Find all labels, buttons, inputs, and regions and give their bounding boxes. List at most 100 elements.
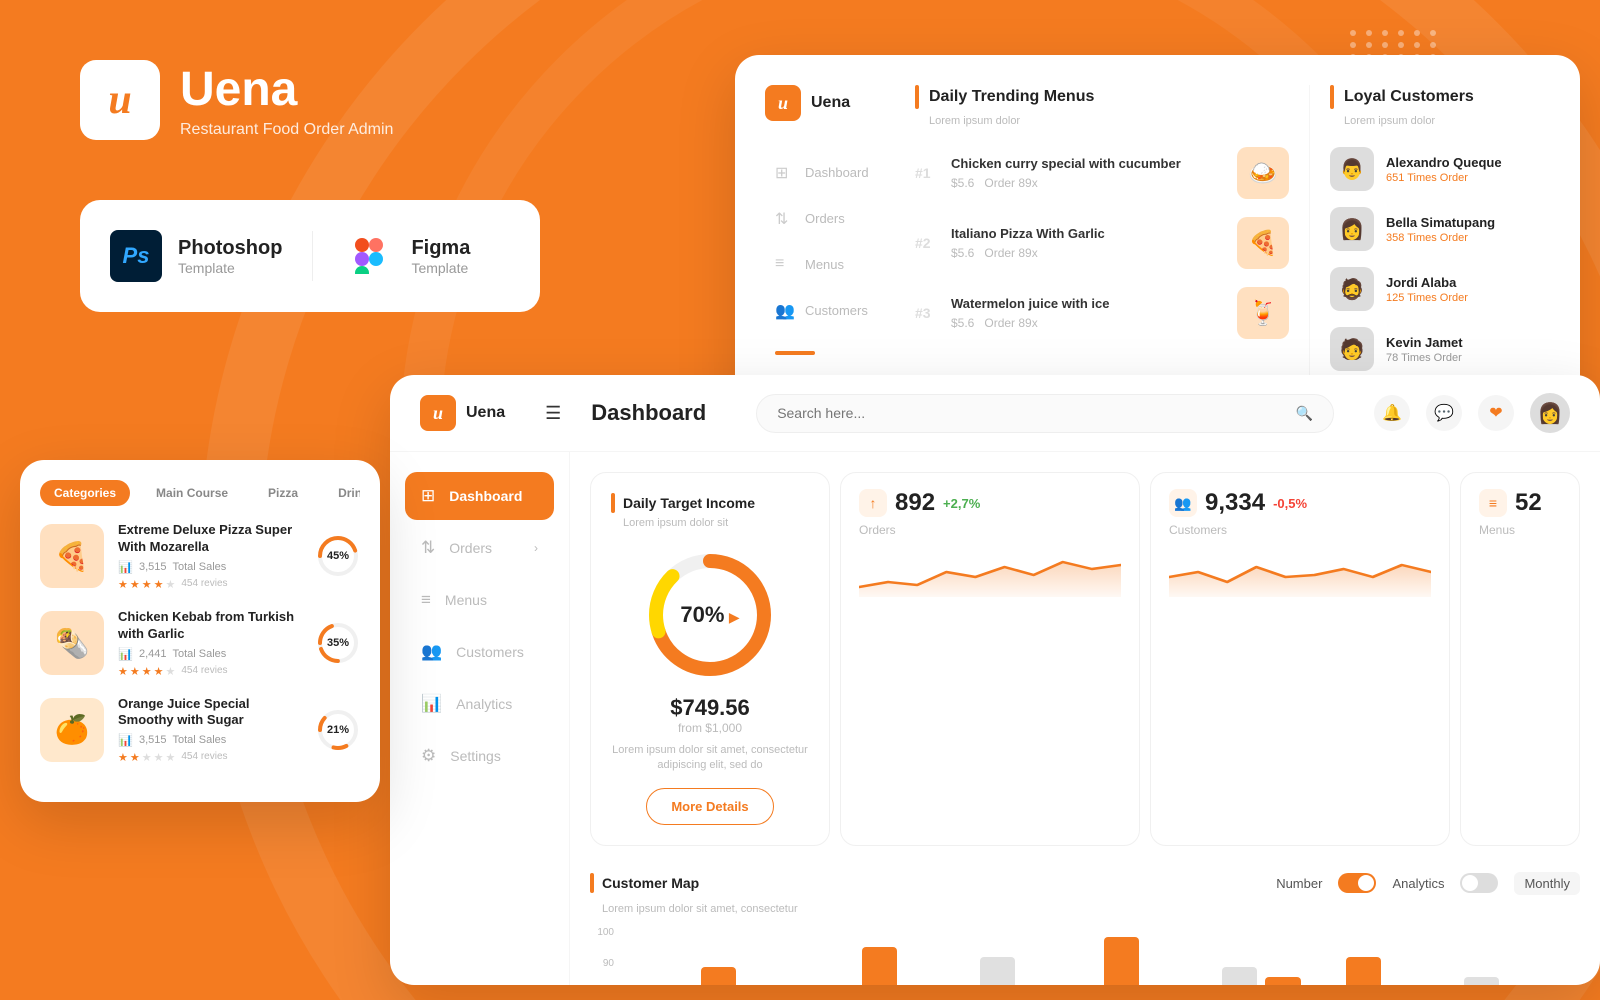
customer-info-4: Kevin Jamet 78 Times Order (1386, 335, 1463, 364)
loyal-title: Loyal Customers (1330, 85, 1550, 109)
template-cards: Ps Photoshop Template Figma Template (80, 200, 540, 312)
bar-group-6 (1104, 937, 1177, 985)
heart-icon[interactable]: ❤ (1478, 395, 1514, 431)
more-details-button[interactable]: More Details (646, 788, 773, 825)
search-input[interactable] (777, 405, 1285, 421)
dash-logo: u Uena (420, 395, 505, 431)
y-label-90: 90 (590, 958, 620, 969)
customer-info-3: Jordi Alaba 125 Times Order (1386, 275, 1468, 304)
menu-name-1: Extreme Deluxe Pizza Super With Mozarell… (118, 522, 302, 556)
panel-nav-menus[interactable]: ≡ Menus (765, 243, 895, 285)
bar-group-9 (1346, 957, 1419, 985)
menu-img-1: 🍕 (40, 524, 104, 588)
orders-mini-chart (859, 547, 1121, 597)
panel-nav-orders[interactable]: ⇅ Orders (765, 197, 895, 239)
panel-nav-customers[interactable]: 👥 Customers (765, 289, 895, 331)
trending-info-2: Italiano Pizza With Garlic $5.6 Order 89… (951, 226, 1225, 261)
sidebar-item-orders[interactable]: ⇅ Orders › (405, 524, 554, 572)
orders-icon: ⇅ (775, 209, 793, 227)
tab-categories[interactable]: Categories (40, 480, 130, 506)
income-from: from $1,000 (611, 721, 809, 735)
figma-text: Figma Template (411, 237, 470, 276)
trending-info-3: Watermelon juice with ice $5.6 Order 89x (951, 296, 1225, 331)
rank-1: #1 (915, 165, 939, 181)
chat-icon[interactable]: 💬 (1426, 395, 1462, 431)
ps-name: Photoshop (178, 237, 282, 260)
ps-text: Photoshop Template (178, 237, 282, 276)
dash-page-title: Dashboard (591, 400, 706, 426)
customer-orders-1: 651 Times Order (1386, 172, 1502, 184)
trending-price-2: $5.6 Order 89x (951, 246, 1225, 260)
income-subtitle: Lorem ipsum dolor sit (623, 517, 809, 529)
income-amount: $749.56 (611, 695, 809, 721)
photoshop-template[interactable]: Ps Photoshop Template (110, 230, 282, 282)
number-toggle[interactable] (1338, 873, 1376, 893)
trending-subtitle: Lorem ipsum dolor (929, 115, 1289, 127)
trending-name-1: Chicken curry special with cucumber (951, 156, 1225, 173)
sidebar-item-menus[interactable]: ≡ Menus (405, 576, 554, 624)
map-header: Customer Map Number Analytics Monthly (590, 872, 1580, 895)
orders-stat-icon: ↑ (859, 489, 887, 517)
trending-info-1: Chicken curry special with cucumber $5.6… (951, 156, 1225, 191)
income-desc: Lorem ipsum dolor sit amet, consectetur … (611, 743, 809, 774)
number-label: Number (1276, 876, 1322, 891)
customers-stat-icon: 👥 (1169, 489, 1197, 517)
tab-drink[interactable]: Drink (324, 480, 360, 506)
ps-icon: Ps (110, 230, 162, 282)
stars-2: ★★★★★ 454 revies (118, 665, 302, 678)
trending-img-2: 🍕 (1237, 217, 1289, 269)
panel-nav-menus-label: Menus (805, 257, 844, 272)
user-avatar[interactable]: 👩 (1530, 393, 1570, 433)
figma-name: Figma (411, 237, 470, 260)
progress-2: 35% (316, 621, 360, 665)
review-3: 454 revies (181, 751, 227, 764)
menu-item-3: 🍊 Orange Juice Special Smoothy with Suga… (40, 696, 360, 765)
stats-row: Daily Target Income Lorem ipsum dolor si… (570, 452, 1600, 856)
menu-name-2: Chicken Kebab from Turkish with Garlic (118, 609, 302, 643)
app-name: Uena (180, 62, 393, 117)
tab-pizza[interactable]: Pizza (254, 480, 312, 506)
sales-bar-icon-3: 📊 (118, 733, 133, 747)
number-toggle-knob (1358, 875, 1374, 891)
menu-name-3: Orange Juice Special Smoothy with Sugar (118, 696, 302, 730)
income-card: Daily Target Income Lorem ipsum dolor si… (590, 472, 830, 846)
sidebar-item-customers[interactable]: 👥 Customers (405, 628, 554, 676)
loyal-heading: Loyal Customers (1344, 88, 1474, 106)
sidebar-settings-icon: ⚙ (421, 746, 436, 766)
top-right-panel: u Uena ⊞ Dashboard ⇅ Orders ≡ Menus 👥 Cu… (735, 55, 1580, 417)
orders-stat-change: +2,7% (943, 496, 980, 511)
notification-icon[interactable]: 🔔 (1374, 395, 1410, 431)
bar-group-10 (1427, 977, 1500, 985)
bar-group-7 (1185, 967, 1258, 985)
panel-nav-dashboard[interactable]: ⊞ Dashboard (765, 151, 895, 193)
menus-stat-icon: ≡ (1479, 489, 1507, 517)
sidebar-item-settings[interactable]: ⚙ Settings (405, 732, 554, 780)
search-bar[interactable]: 🔍 (756, 394, 1334, 433)
app-tagline: Restaurant Food Order Admin (180, 121, 393, 139)
menu-item-1: 🍕 Extreme Deluxe Pizza Super With Mozare… (40, 522, 360, 591)
sidebar-item-dashboard[interactable]: ⊞ Dashboard (405, 472, 554, 520)
sales-value-1: 3,515 (139, 561, 167, 573)
donut-chart: 70% ▶ (640, 545, 780, 685)
logo-text: Uena Restaurant Food Order Admin (180, 62, 393, 139)
menu-img-2: 🌯 (40, 611, 104, 675)
period-label[interactable]: Monthly (1514, 872, 1580, 895)
figma-template[interactable]: Figma Template (343, 230, 510, 282)
divider (312, 231, 313, 281)
sidebar-item-analytics[interactable]: 📊 Analytics (405, 680, 554, 728)
analytics-toggle[interactable] (1460, 873, 1498, 893)
bar-chart: 0 20 40 60 80 90 100 (590, 927, 1580, 985)
tab-main-course[interactable]: Main Course (142, 480, 242, 506)
customer-3: 🧔 Jordi Alaba 125 Times Order (1330, 267, 1550, 311)
customer-avatar-2: 👩 (1330, 207, 1374, 251)
customers-stat-change: -0,5% (1273, 496, 1307, 511)
menu-img-3: 🍊 (40, 698, 104, 762)
customer-2: 👩 Bella Simatupang 358 Times Order (1330, 207, 1550, 251)
hamburger-icon[interactable]: ☰ (545, 403, 561, 424)
sidebar-settings-label: Settings (450, 748, 501, 764)
pct-label-3: 21% (327, 724, 349, 736)
dash-body: ⊞ Dashboard ⇅ Orders › ≡ Menus 👥 Custome… (390, 452, 1600, 985)
donut-arrow: ▶ (729, 609, 740, 625)
customer-orders-4: 78 Times Order (1386, 352, 1463, 364)
orders-stat-header: ↑ 892 +2,7% (859, 489, 1121, 517)
